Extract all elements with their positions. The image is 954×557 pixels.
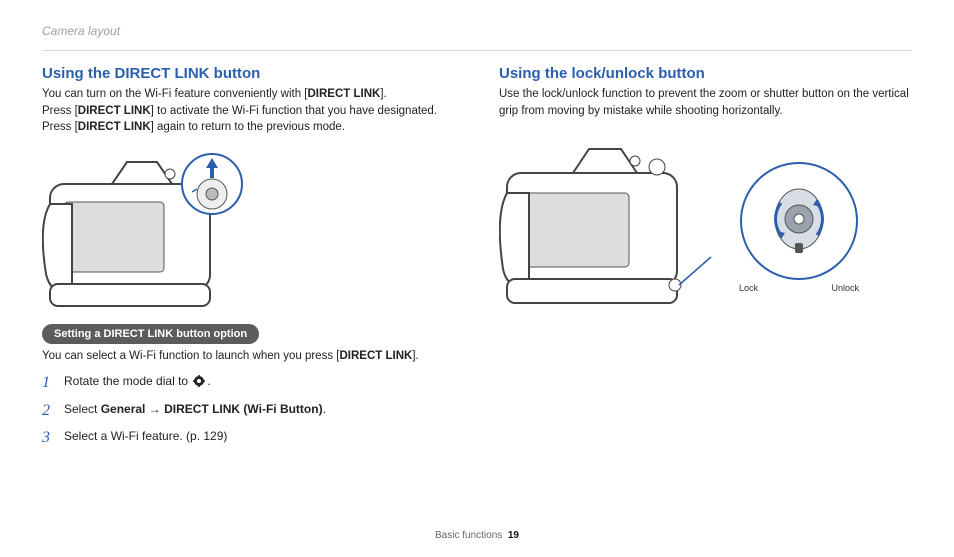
heading-direct-link: Using the DIRECT LINK button [42,65,455,82]
menu-direct-link-label: DIRECT LINK (Wi-Fi Button) [164,402,323,416]
heading-lock-unlock: Using the lock/unlock button [499,65,912,82]
text-fragment: ] again to return to the previous mode. [151,121,345,133]
text-fragment: Select a Wi-Fi feature. (p. 129) [64,429,227,443]
footer-chapter: Basic functions [435,530,502,541]
direct-link-key-label: DIRECT LINK [78,105,151,117]
figure-camera-lock-unlock: Lock Unlock [499,127,912,327]
pill-subtext: You can select a Wi-Fi function to launc… [42,348,455,365]
camera-illustration-icon [42,144,252,314]
lock-callout: Lock Unlock [729,161,869,293]
page-footer: Basic functions 19 [0,530,954,541]
pill-setting-option: Setting a DIRECT LINK button option [42,324,259,344]
menu-general-label: General [101,402,146,416]
text-fragment: Rotate the mode dial to [64,374,191,388]
direct-link-key-label: DIRECT LINK [308,88,381,100]
lock-label: Lock [739,283,758,293]
right-column: Using the lock/unlock button Use the loc… [499,65,912,455]
header-section-label: Camera layout [42,24,120,38]
text-fragment: You can select a Wi-Fi function to launc… [42,350,339,362]
unlock-label: Unlock [831,283,859,293]
camera-illustration-icon [499,127,719,327]
text-fragment: ]. [380,88,386,100]
step-3: Select a Wi-Fi feature. (p. 129) [42,428,455,445]
figure-camera-direct-link [42,144,455,314]
step-2: Select General → DIRECT LINK (Wi-Fi Butt… [42,401,455,418]
text-fragment: You can turn on the Wi-Fi feature conven… [42,88,308,100]
text-fragment: . [207,374,210,388]
text-fragment: Press [ [42,105,78,117]
step-1: Rotate the mode dial to . [42,373,455,392]
text-fragment: . [323,402,326,416]
gear-icon [193,375,205,392]
footer-page-number: 19 [508,530,519,541]
text-fragment: Select [64,402,101,416]
left-column: Using the DIRECT LINK button You can tur… [42,65,455,455]
direct-link-key-label: DIRECT LINK [78,121,151,133]
steps-list: Rotate the mode dial to . Select General… [42,373,455,445]
arrow-right-icon: → [145,402,164,416]
lock-unlock-intro: Use the lock/unlock function to prevent … [499,86,912,119]
direct-link-intro: You can turn on the Wi-Fi feature conven… [42,86,455,136]
page-header: Camera layout [42,22,912,51]
lock-callout-circle-icon [729,161,869,301]
text-fragment: ]. [412,350,418,362]
direct-link-key-label: DIRECT LINK [339,350,412,362]
